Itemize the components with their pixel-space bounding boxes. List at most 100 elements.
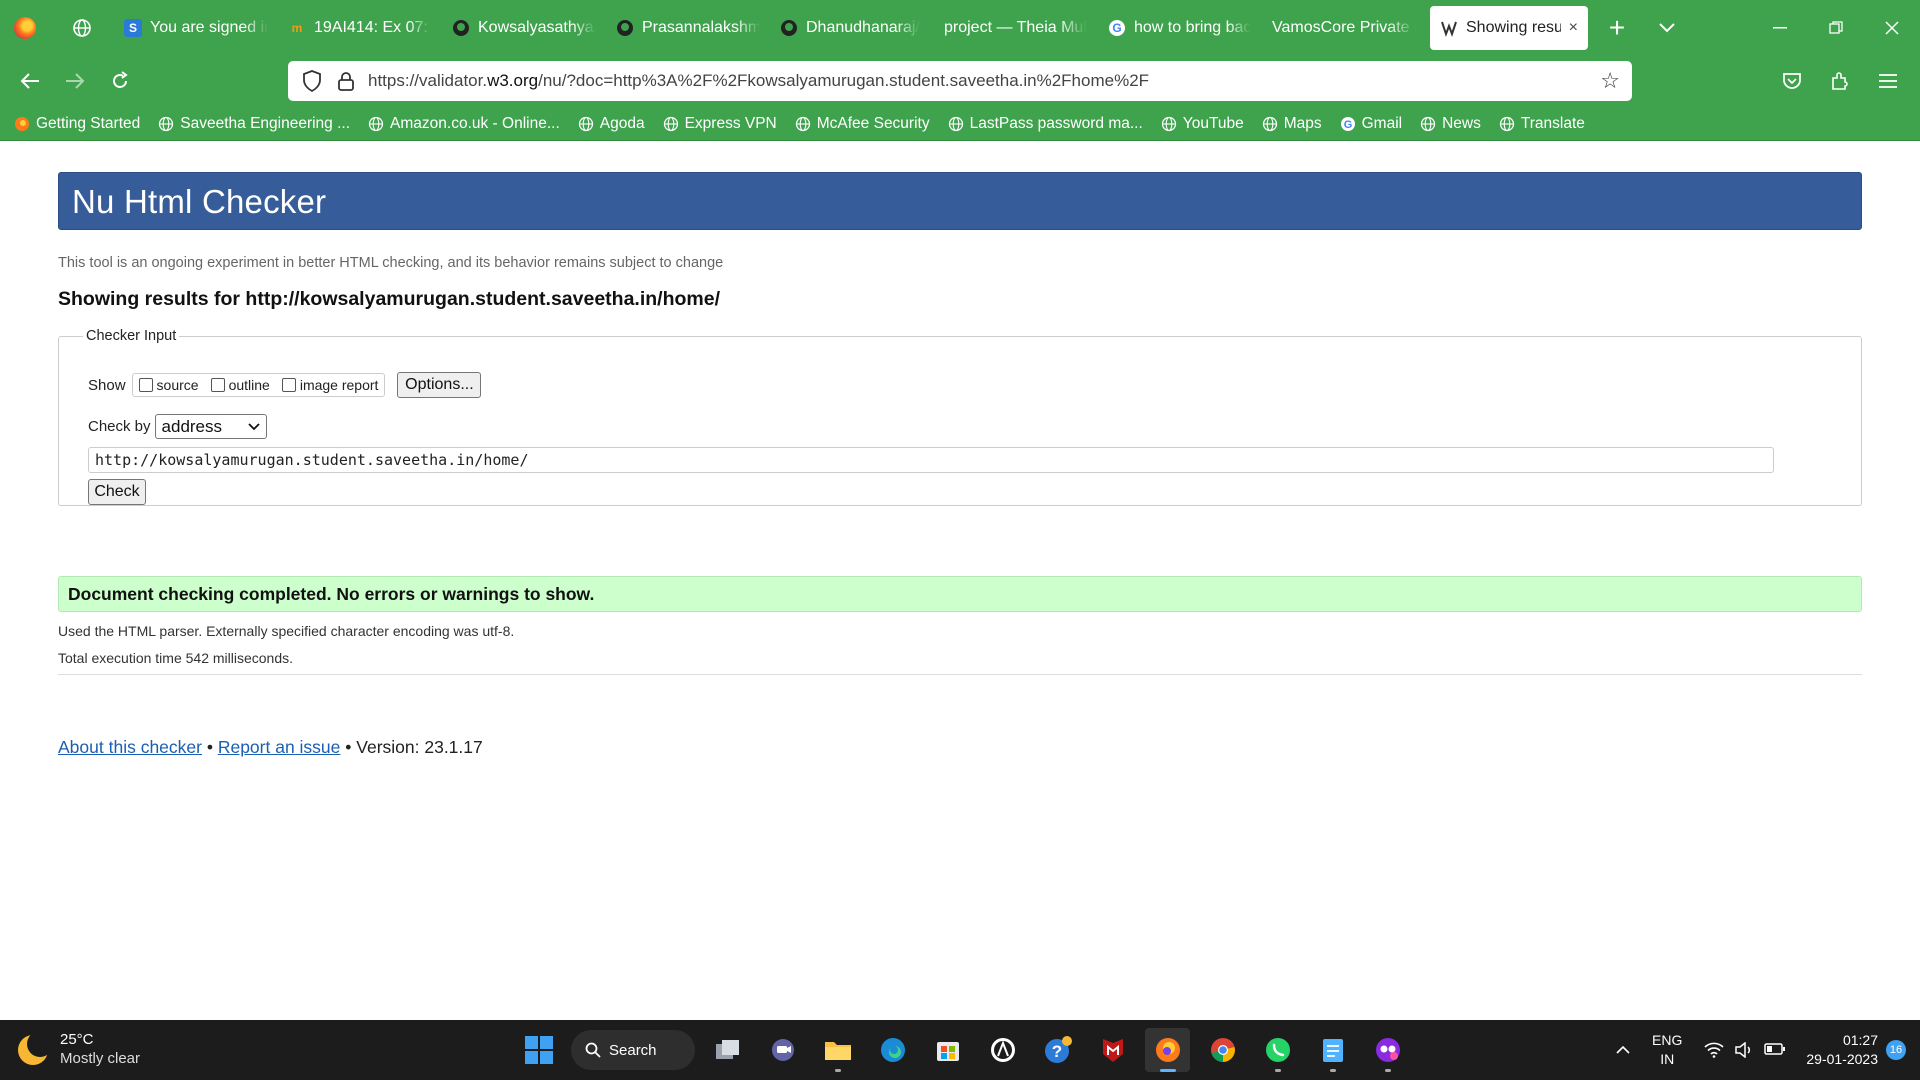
url-text[interactable]: https://validator.w3.org/nu/?doc=http%3A… [368,71,1600,91]
w3c-favicon-icon [1440,19,1458,37]
tab[interactable]: Prasannalakshmi [606,6,770,50]
s-favicon-icon: S [124,18,142,37]
start-button[interactable] [516,1028,561,1072]
tab[interactable]: S You are signed in [114,6,278,50]
restore-button[interactable] [1808,0,1864,55]
bookmark-item[interactable]: Translate [1499,115,1585,133]
file-explorer-button[interactable] [815,1028,860,1072]
show-options-row: Show source outline image report Options… [88,372,482,398]
show-hidden-icons-button[interactable] [1606,1041,1640,1059]
firefox-taskbar-button[interactable] [1145,1028,1190,1072]
forward-button[interactable] [52,59,97,104]
options-button[interactable]: Options... [397,372,482,398]
weather-widget[interactable]: 25°C Mostly clear [18,1030,140,1069]
clock[interactable]: 01:27 29-01-2023 [1806,1031,1878,1069]
toolbar-right [1772,55,1908,107]
shield-icon[interactable] [300,69,324,93]
new-tab-button[interactable]: + [1592,0,1642,55]
about-checker-link[interactable]: About this checker [58,737,202,758]
notepad-button[interactable] [1310,1028,1355,1072]
image-report-checkbox[interactable]: image report [281,377,378,393]
bookmark-star-icon[interactable]: ☆ [1600,68,1620,94]
taskbar-search[interactable]: Search [571,1030,695,1070]
moon-icon [18,1030,53,1065]
tab[interactable]: project — Theia Mul [934,6,1098,50]
bookmark-item[interactable]: Amazon.co.uk - Online... [368,115,560,133]
minimize-button[interactable] [1752,0,1808,55]
teams-chat-button[interactable] [760,1028,805,1072]
extensions-button[interactable] [1820,61,1860,101]
outline-checkbox[interactable]: outline [210,377,270,393]
tab-label: how to bring bac [1134,18,1252,36]
notification-badge[interactable]: 16 [1886,1040,1906,1060]
checker-input-fieldset: Checker Input Show source outline image … [58,328,1862,506]
bookmark-item[interactable]: YouTube [1161,115,1244,133]
pocket-button[interactable] [1772,61,1812,101]
weather-temp: 25°C [60,1031,94,1048]
check-button[interactable]: Check [88,479,146,505]
pinned-tab[interactable] [50,0,114,55]
store-button[interactable] [925,1028,970,1072]
help-button[interactable]: ? [1035,1028,1080,1072]
report-issue-link[interactable]: Report an issue [218,737,341,758]
language-indicator[interactable]: ENG IN [1652,1031,1682,1069]
bookmark-label: Express VPN [684,114,777,132]
firefox-view-button[interactable] [0,0,50,55]
bookmark-item[interactable]: G Gmail [1340,115,1402,133]
tab[interactable]: m 19AI414: Ex 07: D [278,6,442,50]
bookmarks-toolbar: Getting Started Saveetha Engineering ...… [0,107,1920,141]
task-view-button[interactable] [705,1028,750,1072]
running-indicator [1274,1069,1281,1072]
tab-bar: S You are signed in m 19AI414: Ex 07: D … [0,0,1920,55]
check-by-select[interactable]: address [154,414,267,439]
quick-settings[interactable] [1704,1042,1786,1058]
bookmark-item[interactable]: Saveetha Engineering ... [158,115,350,133]
footer-separator: • [201,737,218,757]
checkbox-box[interactable] [281,378,296,392]
menu-button[interactable] [1868,61,1908,101]
close-window-button[interactable] [1864,0,1920,55]
globe-icon [578,116,593,131]
checkbox-box[interactable] [138,378,153,392]
back-arrow-icon [20,73,39,89]
tab-active[interactable]: Showing resul × [1430,5,1588,50]
bookmark-item[interactable]: Express VPN [663,115,777,133]
tab[interactable]: Kowsalyasathya/ [442,6,606,50]
lock-icon[interactable] [334,69,358,93]
list-all-tabs-button[interactable] [1642,0,1692,55]
url-bar[interactable]: https://validator.w3.org/nu/?doc=http%3A… [288,61,1632,101]
github-icon [452,19,470,37]
source-checkbox[interactable]: source [138,377,199,393]
tab-label: Showing resul [1466,18,1561,36]
chrome-button[interactable] [1200,1028,1245,1072]
restore-icon [1829,20,1843,34]
bookmark-item[interactable]: News [1420,115,1481,133]
whatsapp-button[interactable] [1255,1028,1300,1072]
app-button[interactable] [980,1028,1025,1072]
bookmark-item[interactable]: Maps [1262,115,1322,133]
tab[interactable]: Dhanudhanaraj/ [770,6,934,50]
app-button[interactable] [1365,1028,1410,1072]
bookmark-label: Gmail [1361,114,1403,132]
close-tab-icon[interactable]: × [1569,19,1578,37]
edge-button[interactable] [870,1028,915,1072]
reload-button[interactable] [97,59,142,104]
tab[interactable]: VamosCore Private L [1262,6,1426,50]
globe-icon [73,18,91,37]
footer: About this checker • Report an issue • V… [58,737,483,758]
bookmark-item[interactable]: Getting Started [14,115,140,133]
mcafee-button[interactable] [1090,1028,1135,1072]
back-button[interactable] [7,59,52,104]
bookmark-item[interactable]: Agoda [578,115,645,133]
tab[interactable]: G how to bring bac [1098,6,1262,50]
globe-icon [1420,116,1436,131]
tab-label: Dhanudhanaraj/ [806,18,920,36]
moodle-favicon-icon: m [291,20,303,35]
bookmark-label: News [1442,114,1481,132]
bookmark-item[interactable]: McAfee Security [795,115,930,133]
bookmark-item[interactable]: LastPass password ma... [948,115,1143,133]
checkbox-box[interactable] [210,378,225,392]
bookmark-label: Saveetha Engineering ... [180,114,351,132]
document-url-input[interactable]: http://kowsalyamurugan.student.saveetha.… [88,447,1774,473]
bookmark-label: McAfee Security [816,114,930,132]
